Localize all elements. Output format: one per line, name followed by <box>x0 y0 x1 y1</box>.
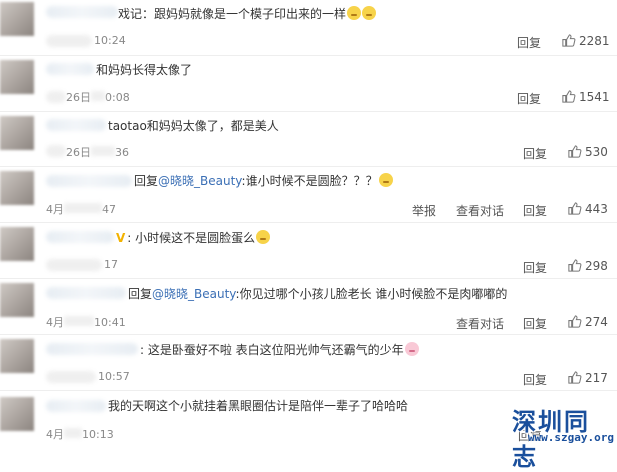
reply-button[interactable]: 回复 <box>523 202 547 219</box>
avatar[interactable] <box>0 116 34 150</box>
author-fragment: 戏记： <box>118 7 155 21</box>
username-blurred[interactable] <box>46 63 94 75</box>
comment-text: 戏记：跟妈妈就像是一个模子印出来的一样 <box>118 5 377 22</box>
watermark-url: www.szgay.org <box>527 431 614 444</box>
mention-link[interactable]: @晓晓_Beauty <box>158 174 242 188</box>
comment-time: 4月 10:13 <box>46 428 114 441</box>
comment-4: 回复@晓晓_Beauty:谁小时候不是圆脸？？？ 4月 47 举报 查看对话 回复… <box>0 167 617 222</box>
username-blurred[interactable] <box>46 175 132 187</box>
username-blurred[interactable] <box>46 119 106 131</box>
comment-time: 26日 36 <box>66 146 129 159</box>
comment-time: 10:24 <box>94 34 126 47</box>
like-count: 217 <box>585 370 608 385</box>
username-blurred[interactable] <box>46 287 126 299</box>
reply-prefix: 回复 <box>134 174 159 188</box>
report-button[interactable]: 举报 <box>412 202 436 219</box>
comment-5: V: 小时候这不是圆脸蛋么 17 回复 298 <box>0 223 617 279</box>
like-button[interactable]: 443 <box>567 201 608 216</box>
username-blurred[interactable] <box>46 343 138 355</box>
reply-button[interactable]: 回复 <box>523 371 547 388</box>
date-blurred <box>46 35 92 47</box>
view-conversation-button[interactable]: 查看对话 <box>456 202 504 219</box>
comment-text: 回复@晓晓_Beauty:你见过哪个小孩儿脸老长 谁小时候脸不是肉嘟嘟的 <box>128 287 508 301</box>
reply-button[interactable]: 回复 <box>517 34 541 51</box>
view-conversation-button[interactable]: 查看对话 <box>456 315 504 332</box>
avatar[interactable] <box>0 397 34 431</box>
comment-text: 和妈妈长得太像了 <box>96 63 193 77</box>
like-count: 1541 <box>579 89 610 104</box>
avatar[interactable] <box>0 2 34 36</box>
grin-emoji <box>362 6 377 20</box>
date-blurred <box>46 145 66 157</box>
avatar[interactable] <box>0 171 34 205</box>
like-count: 530 <box>585 144 608 159</box>
comment-2: 和妈妈长得太像了 26日 0:08 回复 1541 <box>0 56 617 112</box>
comment-text: 我的天啊这个小就挂着黑眼圈估计是陪伴一辈子了哈哈哈 <box>108 399 409 413</box>
thumbs-up-icon <box>562 34 576 47</box>
comment-7: : 这是卧蚕好不啦 表白这位阳光帅气还霸气的少年 10:57 回复 217 <box>0 335 617 391</box>
like-count: 274 <box>585 314 608 329</box>
thumbs-up-icon <box>568 371 582 384</box>
comment-text: : 这是卧蚕好不啦 表白这位阳光帅气还霸气的少年 <box>140 341 419 358</box>
verified-v-icon: V <box>116 231 126 245</box>
date-blurred <box>46 259 102 271</box>
comment-time: 4月 10:41 <box>46 316 126 329</box>
username-blurred[interactable] <box>46 400 106 412</box>
thumbs-up-icon <box>568 202 582 215</box>
date-blurred <box>46 371 96 383</box>
thumbs-up-icon <box>562 90 576 103</box>
comment-6: 回复@晓晓_Beauty:你见过哪个小孩儿脸老长 谁小时候脸不是肉嘟嘟的 4月 1… <box>0 279 617 335</box>
like-button[interactable]: 2281 <box>561 33 610 48</box>
avatar[interactable] <box>0 227 34 261</box>
comment-time: 26日 0:08 <box>66 91 130 104</box>
like-count: 2281 <box>579 33 610 48</box>
comment-time: 4月 47 <box>46 203 116 216</box>
comment-text: 回复@晓晓_Beauty:谁小时候不是圆脸？？？ <box>134 172 393 189</box>
like-button[interactable]: 298 <box>567 258 608 273</box>
comment-time: 10:57 <box>98 370 130 383</box>
comment-time: 17 <box>104 258 118 271</box>
avatar[interactable] <box>0 60 34 94</box>
bunny-emoji <box>404 342 419 356</box>
reply-prefix: 回复 <box>128 287 153 301</box>
reply-button[interactable]: 回复 <box>523 145 547 162</box>
grin-emoji <box>256 230 271 244</box>
reply-button[interactable]: 回复 <box>517 90 541 107</box>
like-button[interactable]: 217 <box>567 370 608 385</box>
comment-text: V: 小时候这不是圆脸蛋么 <box>116 229 271 246</box>
grin-emoji <box>347 6 362 20</box>
reply-button[interactable]: 回复 <box>523 315 547 332</box>
comment-text: taotao和妈妈太像了，都是美人 <box>108 119 279 133</box>
date-blurred <box>46 91 66 103</box>
avatar[interactable] <box>0 339 34 373</box>
thumbs-up-icon <box>568 315 582 328</box>
like-button[interactable]: 1541 <box>561 89 610 104</box>
like-count: 298 <box>585 258 608 273</box>
like-count: 443 <box>585 201 608 216</box>
avatar[interactable] <box>0 283 34 317</box>
username-blurred[interactable] <box>46 6 118 18</box>
like-button[interactable]: 274 <box>567 314 608 329</box>
smile-emoji <box>378 173 393 187</box>
thumbs-up-icon <box>568 259 582 272</box>
thumbs-up-icon <box>568 145 582 158</box>
reply-button[interactable]: 回复 <box>523 259 547 276</box>
site-watermark: 深圳同志 www.szgay.org <box>512 402 614 471</box>
comment-3: taotao和妈妈太像了，都是美人 26日 36 回复 530 <box>0 112 617 168</box>
mention-link[interactable]: @晓晓_Beauty <box>152 287 236 301</box>
username-blurred[interactable] <box>46 231 114 243</box>
comment-1: 戏记：跟妈妈就像是一个模子印出来的一样 10:24 回复 2281 <box>0 0 617 56</box>
like-button[interactable]: 530 <box>567 144 608 159</box>
